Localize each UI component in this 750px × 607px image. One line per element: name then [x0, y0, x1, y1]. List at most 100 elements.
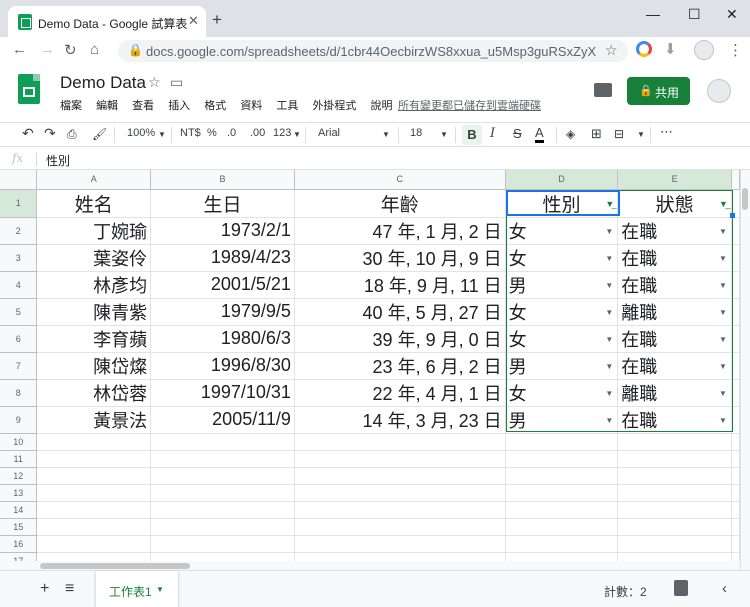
empty-cell[interactable] [294, 501, 506, 519]
formula-input[interactable]: 性別 [46, 152, 70, 169]
cell-age[interactable]: 39 年, 9 月, 0 日 [294, 325, 506, 353]
row-number[interactable]: 16 [0, 535, 38, 553]
empty-cell[interactable] [36, 450, 152, 468]
empty-cell[interactable] [617, 535, 732, 553]
cell-name[interactable]: 林岱蓉 [36, 379, 152, 407]
vertical-scroll-thumb[interactable] [742, 188, 748, 210]
dropdown-chevron-icon[interactable]: ▼ [605, 389, 613, 398]
cell-name[interactable]: 黃景法 [36, 406, 152, 434]
cell-birthday[interactable]: 1997/10/31 [150, 379, 295, 407]
menu-edit[interactable]: 編輯 [96, 100, 118, 112]
zoom-select[interactable]: 100% [127, 127, 155, 139]
text-color-button[interactable]: A [535, 125, 544, 143]
chevron-down-icon[interactable]: ▼ [440, 130, 448, 139]
header-cell-gender[interactable]: 性別 ▼̲ [505, 189, 619, 218]
tab-close-icon[interactable]: ✕ [188, 13, 199, 29]
dropdown-chevron-icon[interactable]: ▼ [719, 389, 727, 398]
menu-data[interactable]: 資料 [240, 100, 262, 112]
column-header-c[interactable]: C [294, 170, 506, 190]
dropdown-chevron-icon[interactable]: ▼ [605, 362, 613, 371]
cell-gender[interactable]: 女 ▼ [505, 379, 619, 407]
minimize-button[interactable]: — [646, 6, 660, 22]
add-sheet-button[interactable]: + [40, 580, 49, 598]
menu-insert[interactable]: 插入 [168, 100, 190, 112]
back-icon[interactable]: ← [12, 41, 27, 58]
dropdown-chevron-icon[interactable]: ▼ [719, 281, 727, 290]
column-header-e[interactable]: E [617, 170, 732, 190]
undo-icon[interactable]: ↶ [22, 125, 34, 142]
empty-cell[interactable] [294, 518, 506, 536]
cell-gender[interactable]: 女 ▼ [505, 298, 619, 326]
empty-cell[interactable] [36, 501, 152, 519]
window-close-button[interactable]: ✕ [726, 6, 738, 23]
dropdown-chevron-icon[interactable]: ▼ [605, 308, 613, 317]
cell-name[interactable]: 陳岱燦 [36, 352, 152, 380]
browser-tab[interactable]: Demo Data - Google 試算表 ✕ [8, 6, 206, 37]
vertical-scrollbar[interactable] [740, 170, 750, 570]
dropdown-chevron-icon[interactable]: ▼ [605, 281, 613, 290]
empty-cell[interactable] [294, 450, 506, 468]
move-folder-icon[interactable]: ▭ [170, 74, 183, 91]
empty-cell[interactable] [150, 467, 295, 485]
font-family-select[interactable]: Arial [318, 127, 340, 139]
bookmark-star-icon[interactable]: ☆ [605, 42, 618, 59]
chevron-down-icon[interactable]: ▼ [158, 130, 166, 139]
more-formats-button[interactable]: 123 [273, 127, 291, 139]
empty-cell[interactable] [617, 518, 732, 536]
cell-status[interactable]: 在職 ▼ [617, 244, 732, 272]
row-number[interactable]: 5 [0, 298, 38, 326]
empty-cell[interactable] [36, 518, 152, 536]
cell-age[interactable]: 47 年, 1 月, 2 日 [294, 217, 506, 245]
header-cell-name[interactable]: 姓名 [36, 189, 152, 218]
cell-gender[interactable]: 男 ▼ [505, 352, 619, 380]
borders-icon[interactable]: ⊞ [591, 126, 602, 142]
row-number[interactable]: 2 [0, 217, 38, 245]
empty-cell[interactable] [36, 433, 152, 451]
comment-icon[interactable] [594, 83, 612, 97]
cell-status[interactable]: 離職 ▼ [617, 379, 732, 407]
cell-age[interactable]: 30 年, 10 月, 9 日 [294, 244, 506, 272]
sheet-tab[interactable]: 工作表1 ▼ [96, 571, 178, 607]
cell-gender[interactable]: 男 ▼ [505, 406, 619, 434]
menu-help[interactable]: 說明 [371, 100, 393, 112]
cell-status[interactable]: 在職 ▼ [617, 217, 732, 245]
dropdown-chevron-icon[interactable]: ▼ [719, 254, 727, 263]
row-number[interactable]: 15 [0, 518, 38, 536]
cell-age[interactable]: 14 年, 3 月, 23 日 [294, 406, 506, 434]
account-avatar[interactable] [707, 79, 731, 103]
share-button[interactable]: 🔒 共用 [627, 77, 690, 105]
cell-age[interactable]: 23 年, 6 月, 2 日 [294, 352, 506, 380]
empty-cell[interactable] [294, 467, 506, 485]
home-icon[interactable]: ⌂ [90, 41, 99, 58]
currency-format-button[interactable]: NT$ [180, 127, 201, 139]
empty-cell[interactable] [505, 450, 619, 468]
column-header-b[interactable]: B [150, 170, 295, 190]
profile-avatar[interactable] [694, 40, 714, 60]
empty-cell[interactable] [617, 501, 732, 519]
row-number[interactable]: 12 [0, 467, 38, 485]
cell-gender[interactable]: 女 ▼ [505, 244, 619, 272]
empty-cell[interactable] [505, 467, 619, 485]
reload-icon[interactable]: ↻ [64, 41, 77, 59]
empty-cell[interactable] [36, 467, 152, 485]
row-number[interactable]: 1 [0, 189, 38, 218]
percent-format-button[interactable]: % [207, 127, 217, 139]
cell-birthday[interactable]: 1973/2/1 [150, 217, 295, 245]
chevron-down-icon[interactable]: ▼ [382, 130, 390, 139]
cell-status[interactable]: 在職 ▼ [617, 271, 732, 299]
cell-name[interactable]: 陳青紫 [36, 298, 152, 326]
print-icon[interactable]: ⎙ [67, 127, 77, 142]
side-panel-toggle-icon[interactable]: ‹ [722, 580, 727, 597]
chevron-down-icon[interactable]: ▼ [637, 130, 645, 139]
filter-icon[interactable]: ▼̲ [719, 199, 728, 209]
row-number[interactable]: 11 [0, 450, 38, 468]
dropdown-chevron-icon[interactable]: ▼ [605, 227, 613, 236]
empty-cell[interactable] [505, 501, 619, 519]
dropdown-chevron-icon[interactable]: ▼ [719, 335, 727, 344]
filter-icon[interactable]: ▼̲ [605, 199, 614, 209]
empty-cell[interactable] [150, 484, 295, 502]
font-size-select[interactable]: 18 [410, 127, 422, 139]
italic-button[interactable]: I [490, 126, 495, 141]
header-cell-birthday[interactable]: 生日 [150, 189, 295, 218]
decrease-decimal-button[interactable]: .0 [227, 127, 236, 139]
